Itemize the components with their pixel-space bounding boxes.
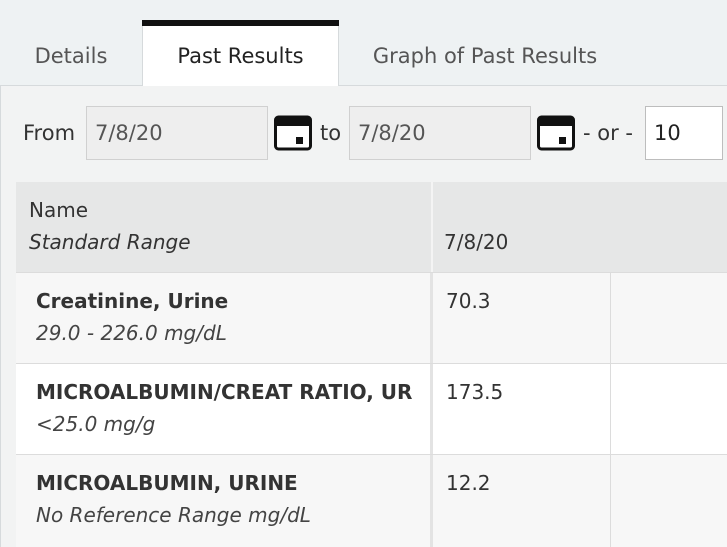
result-value: 173.5 [446,380,504,404]
column-header-date: 7/8/20 [444,230,509,254]
to-label: to [320,121,342,145]
table-row: MICROALBUMIN, URINE No Reference Range m… [16,454,727,547]
from-date-input[interactable] [86,106,268,160]
result-count-input[interactable] [645,106,723,160]
table-row: MICROALBUMIN/CREAT RATIO, UR <25.0 mg/g … [16,363,727,454]
test-name: MICROALBUMIN/CREAT RATIO, UR [36,380,413,404]
result-value: 70.3 [446,289,491,313]
table-header: Name Standard Range 7/8/20 [16,182,727,272]
or-label: - or - [583,121,633,145]
from-calendar-icon[interactable] [274,113,312,151]
tab-graph-of-past-results[interactable]: Graph of Past Results [339,21,631,86]
test-name: Creatinine, Urine [36,289,229,313]
tab-details[interactable]: Details [0,21,142,86]
calendar-icon [537,115,575,151]
column-header-standard-range: Standard Range [29,230,191,254]
date-filter-row: From to - or - [1,86,727,182]
tab-past-results[interactable]: Past Results [142,20,339,87]
column-divider [610,273,611,363]
tab-content: From to - or - [0,86,727,547]
past-results-table: Name Standard Range 7/8/20 Creatinine, U… [16,182,727,547]
from-label: From [23,121,76,145]
standard-range: 29.0 - 226.0 mg/dL [36,321,227,345]
past-results-panel: Details Past Results Graph of Past Resul… [0,0,727,547]
calendar-icon [274,115,312,151]
column-header-name: Name [29,198,89,222]
column-divider [430,455,433,547]
table-row: Creatinine, Urine 29.0 - 226.0 mg/dL 70.… [16,272,727,363]
to-calendar-icon[interactable] [537,113,575,151]
tab-bar: Details Past Results Graph of Past Resul… [0,0,727,87]
column-divider [610,364,611,454]
standard-range: No Reference Range mg/dL [36,503,311,527]
column-divider [430,273,433,363]
to-date-input[interactable] [349,106,531,160]
column-divider [610,455,611,547]
test-name: MICROALBUMIN, URINE [36,471,298,495]
result-value: 12.2 [446,471,491,495]
standard-range: <25.0 mg/g [36,412,156,436]
column-divider [431,182,433,272]
column-divider [430,364,433,454]
